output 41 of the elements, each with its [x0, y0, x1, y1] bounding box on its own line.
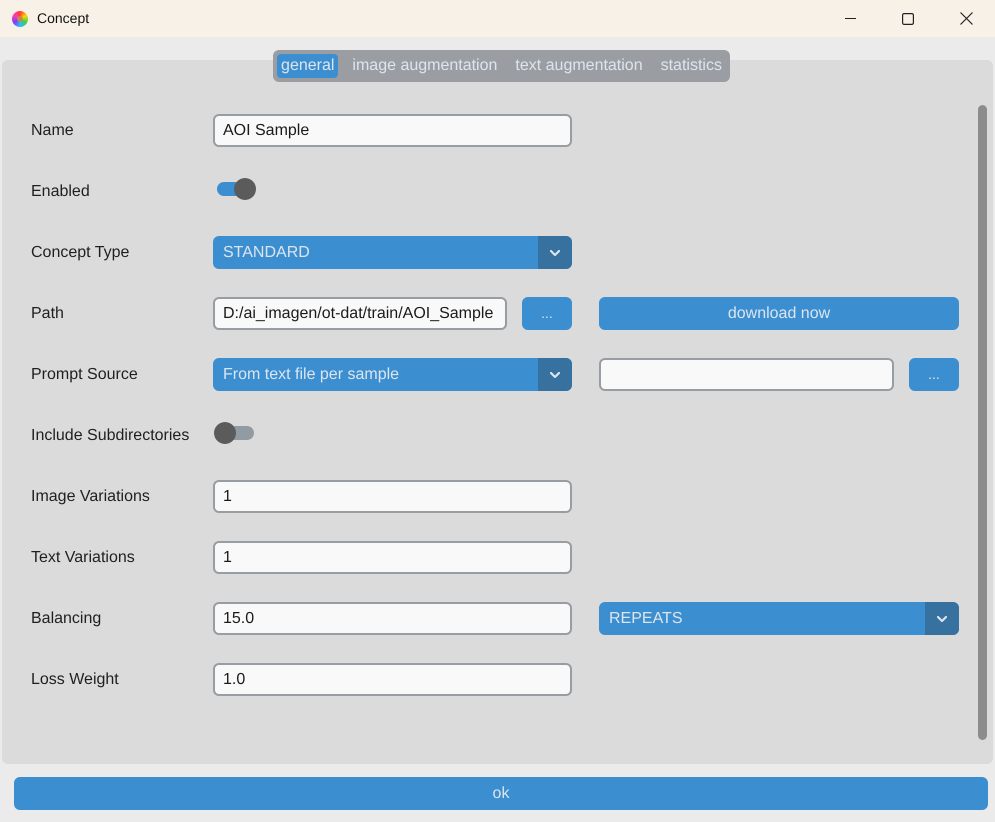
browse-button[interactable]: ...: [522, 297, 572, 330]
chevron-down-icon: [550, 250, 560, 256]
download-button[interactable]: download now: [599, 297, 959, 330]
dropdown-arrow-button[interactable]: [538, 236, 572, 269]
dropdown[interactable]: STANDARD: [213, 236, 572, 269]
field-label: Enabled: [31, 182, 90, 200]
dropdown[interactable]: REPEATS: [599, 602, 959, 635]
field-label: Name: [31, 122, 74, 138]
tab[interactable]: image augmentation: [348, 54, 502, 78]
field-label: Image Variations: [31, 488, 150, 504]
dropdown[interactable]: From text file per sample: [213, 358, 572, 391]
minimize-icon: [844, 18, 856, 19]
app-logo-icon: [12, 10, 28, 26]
text-field[interactable]: [599, 358, 894, 391]
field-label: Text Variations: [31, 548, 135, 566]
text-field[interactable]: 15.0: [213, 602, 572, 635]
toggle-switch[interactable]: [214, 422, 256, 444]
tab[interactable]: statistics: [656, 54, 726, 78]
text-field[interactable]: AOI Sample: [213, 114, 572, 147]
chevron-down-icon: [937, 616, 947, 622]
field-label: Include Subdirectories: [31, 426, 190, 444]
field-label: Prompt Source: [31, 366, 138, 382]
text-field[interactable]: 1: [213, 480, 572, 513]
dropdown-arrow-button[interactable]: [925, 602, 959, 635]
tab[interactable]: text augmentation: [511, 54, 647, 78]
ok-button[interactable]: ok: [14, 777, 988, 810]
tab[interactable]: general: [277, 54, 338, 78]
browse-button[interactable]: ...: [909, 358, 959, 391]
maximize-icon: [902, 12, 914, 24]
text-field[interactable]: 1.0: [213, 663, 572, 696]
field-label: Concept Type: [31, 244, 130, 260]
field-label: Path: [31, 304, 64, 322]
text-field[interactable]: 1: [213, 541, 572, 574]
field-label: Balancing: [31, 610, 102, 626]
close-icon: [960, 12, 972, 25]
window-title: Concept: [37, 9, 90, 28]
dropdown-arrow-button[interactable]: [538, 358, 572, 391]
field-label: Loss Weight: [31, 670, 119, 688]
chevron-down-icon: [550, 372, 560, 378]
scrollbar-thumb[interactable]: [978, 105, 987, 740]
text-field[interactable]: D:/ai_imagen/ot-dat/train/AOI_Sample: [213, 297, 507, 330]
